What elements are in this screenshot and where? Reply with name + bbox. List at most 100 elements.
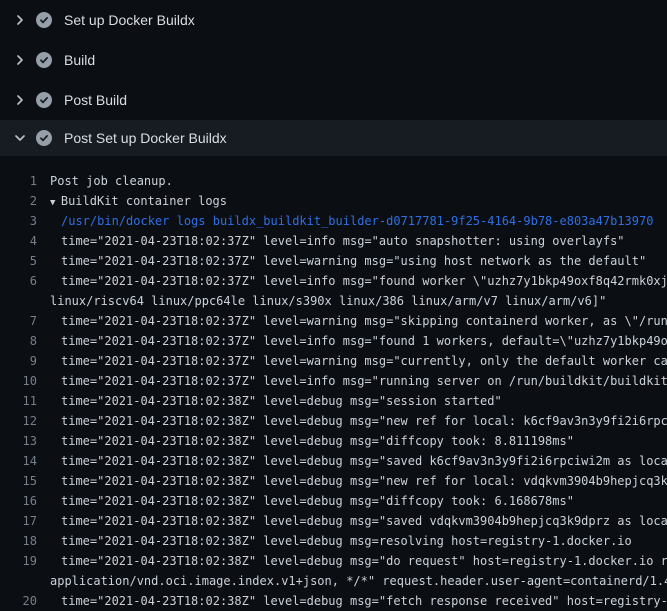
- log-text-content: linux/riscv64 linux/ppc64le linux/s390x …: [50, 294, 606, 308]
- log-text-content: BuildKit container logs: [61, 194, 227, 208]
- log-text-content: time="2021-04-23T18:02:38Z" level=debug …: [61, 454, 667, 468]
- chevron-right-icon[interactable]: [12, 12, 28, 28]
- line-number[interactable]: [0, 291, 37, 311]
- chevron-right-icon[interactable]: [12, 52, 28, 68]
- line-number[interactable]: 19: [0, 551, 37, 571]
- log-text: time="2021-04-23T18:02:38Z" level=debug …: [37, 551, 667, 571]
- log-text: time="2021-04-23T18:02:38Z" level=debug …: [37, 491, 574, 511]
- line-number[interactable]: 10: [0, 371, 37, 391]
- step-label: Build: [64, 52, 95, 68]
- line-number[interactable]: 6: [0, 271, 37, 291]
- line-number[interactable]: 2: [0, 191, 37, 211]
- log-text: time="2021-04-23T18:02:37Z" level=info m…: [37, 231, 625, 251]
- check-circle-icon: [36, 52, 52, 68]
- line-number[interactable]: 17: [0, 511, 37, 531]
- log-line: 15 time="2021-04-23T18:02:38Z" level=deb…: [0, 471, 667, 491]
- log-text: ▼ BuildKit container logs: [37, 191, 227, 211]
- chevron-down-icon[interactable]: [12, 130, 28, 146]
- log-body: 1 Post job cleanup. 2 ▼ BuildKit contain…: [0, 156, 667, 611]
- log-text: time="2021-04-23T18:02:38Z" level=debug …: [37, 471, 667, 491]
- log-text-content: time="2021-04-23T18:02:37Z" level=warnin…: [61, 254, 646, 268]
- log-line: 17 time="2021-04-23T18:02:38Z" level=deb…: [0, 511, 667, 531]
- log-line: 9 time="2021-04-23T18:02:37Z" level=warn…: [0, 351, 667, 371]
- log-text: time="2021-04-23T18:02:37Z" level=warnin…: [37, 311, 667, 331]
- step-header-set-up-docker-buildx[interactable]: Set up Docker Buildx: [0, 0, 667, 40]
- log-text: time="2021-04-23T18:02:38Z" level=debug …: [37, 591, 667, 611]
- log-line: 18 time="2021-04-23T18:02:38Z" level=deb…: [0, 531, 667, 551]
- line-number[interactable]: [0, 571, 37, 591]
- step-label: Post Set up Docker Buildx: [64, 130, 227, 146]
- log-text: time="2021-04-23T18:02:37Z" level=info m…: [37, 271, 667, 291]
- group-toggle-icon[interactable]: ▼: [50, 198, 61, 208]
- step-header-post-set-up-docker-buildx[interactable]: Post Set up Docker Buildx: [0, 120, 667, 156]
- log-line: application/vnd.oci.image.index.v1+json,…: [0, 571, 667, 591]
- line-number[interactable]: 8: [0, 331, 37, 351]
- steps-list: Set up Docker Buildx Build Post Build: [0, 0, 667, 156]
- log-text-content: time="2021-04-23T18:02:38Z" level=debug …: [61, 594, 667, 608]
- log-line: 14 time="2021-04-23T18:02:38Z" level=deb…: [0, 451, 667, 471]
- check-circle-icon: [36, 130, 52, 146]
- log-text-content: time="2021-04-23T18:02:37Z" level=info m…: [61, 274, 667, 288]
- line-number[interactable]: 20: [0, 591, 37, 611]
- line-number[interactable]: 13: [0, 431, 37, 451]
- log-line: 12 time="2021-04-23T18:02:38Z" level=deb…: [0, 411, 667, 431]
- log-text: application/vnd.oci.image.index.v1+json,…: [37, 571, 667, 591]
- log-text-content: time="2021-04-23T18:02:37Z" level=warnin…: [61, 314, 667, 328]
- log-text: time="2021-04-23T18:02:38Z" level=debug …: [37, 531, 632, 551]
- log-line: 3 /usr/bin/docker logs buildx_buildkit_b…: [0, 211, 667, 231]
- log-line: 11 time="2021-04-23T18:02:38Z" level=deb…: [0, 391, 667, 411]
- log-text-content: time="2021-04-23T18:02:38Z" level=debug …: [61, 514, 667, 528]
- log-line: 6 time="2021-04-23T18:02:37Z" level=info…: [0, 271, 667, 291]
- log-text-content: time="2021-04-23T18:02:37Z" level=warnin…: [61, 354, 667, 368]
- log-text-content: time="2021-04-23T18:02:38Z" level=debug …: [61, 474, 667, 488]
- step-header-build[interactable]: Build: [0, 40, 667, 80]
- log-text: time="2021-04-23T18:02:38Z" level=debug …: [37, 431, 574, 451]
- log-line: 7 time="2021-04-23T18:02:37Z" level=warn…: [0, 311, 667, 331]
- log-text: /usr/bin/docker logs buildx_buildkit_bui…: [37, 211, 653, 231]
- log-line: linux/riscv64 linux/ppc64le linux/s390x …: [0, 291, 667, 311]
- line-number[interactable]: 5: [0, 251, 37, 271]
- check-circle-icon: [36, 12, 52, 28]
- log-text: time="2021-04-23T18:02:37Z" level=info m…: [37, 331, 667, 351]
- log-text-content: application/vnd.oci.image.index.v1+json,…: [50, 574, 667, 588]
- line-number[interactable]: 11: [0, 391, 37, 411]
- line-number[interactable]: 12: [0, 411, 37, 431]
- log-line: 16 time="2021-04-23T18:02:38Z" level=deb…: [0, 491, 667, 511]
- log-text: time="2021-04-23T18:02:37Z" level=warnin…: [37, 351, 667, 371]
- log-text-content: time="2021-04-23T18:02:38Z" level=debug …: [61, 414, 667, 428]
- log-text: time="2021-04-23T18:02:38Z" level=debug …: [37, 451, 667, 471]
- log-line: 2 ▼ BuildKit container logs: [0, 191, 667, 211]
- log-text-content: time="2021-04-23T18:02:38Z" level=debug …: [61, 434, 574, 448]
- log-line: 1 Post job cleanup.: [0, 171, 667, 191]
- line-number[interactable]: 7: [0, 311, 37, 331]
- log-text: time="2021-04-23T18:02:38Z" level=debug …: [37, 391, 502, 411]
- step-label: Set up Docker Buildx: [64, 12, 195, 28]
- line-number[interactable]: 16: [0, 491, 37, 511]
- log-line: 4 time="2021-04-23T18:02:37Z" level=info…: [0, 231, 667, 251]
- line-number[interactable]: 3: [0, 211, 37, 231]
- step-label: Post Build: [64, 92, 127, 108]
- check-circle-icon: [36, 92, 52, 108]
- line-number[interactable]: 14: [0, 451, 37, 471]
- log-text-content: time="2021-04-23T18:02:38Z" level=debug …: [61, 394, 502, 408]
- log-line: 5 time="2021-04-23T18:02:37Z" level=warn…: [0, 251, 667, 271]
- log-text-content: time="2021-04-23T18:02:38Z" level=debug …: [61, 494, 574, 508]
- line-number[interactable]: 1: [0, 171, 37, 191]
- log-text-content: /usr/bin/docker logs buildx_buildkit_bui…: [61, 214, 653, 228]
- log-text: time="2021-04-23T18:02:38Z" level=debug …: [37, 411, 667, 431]
- log-text-content: Post job cleanup.: [50, 174, 173, 188]
- log-line: 20 time="2021-04-23T18:02:38Z" level=deb…: [0, 591, 667, 611]
- log-text-content: time="2021-04-23T18:02:37Z" level=info m…: [61, 334, 667, 348]
- log-line: 8 time="2021-04-23T18:02:37Z" level=info…: [0, 331, 667, 351]
- line-number[interactable]: 4: [0, 231, 37, 251]
- line-number[interactable]: 9: [0, 351, 37, 371]
- log-text: time="2021-04-23T18:02:38Z" level=debug …: [37, 511, 667, 531]
- chevron-right-icon[interactable]: [12, 92, 28, 108]
- line-number[interactable]: 18: [0, 531, 37, 551]
- log-text: time="2021-04-23T18:02:37Z" level=warnin…: [37, 251, 646, 271]
- log-text-content: time="2021-04-23T18:02:37Z" level=info m…: [61, 374, 667, 388]
- log-text: Post job cleanup.: [37, 171, 173, 191]
- log-line: 10 time="2021-04-23T18:02:37Z" level=inf…: [0, 371, 667, 391]
- step-header-post-build[interactable]: Post Build: [0, 80, 667, 120]
- line-number[interactable]: 15: [0, 471, 37, 491]
